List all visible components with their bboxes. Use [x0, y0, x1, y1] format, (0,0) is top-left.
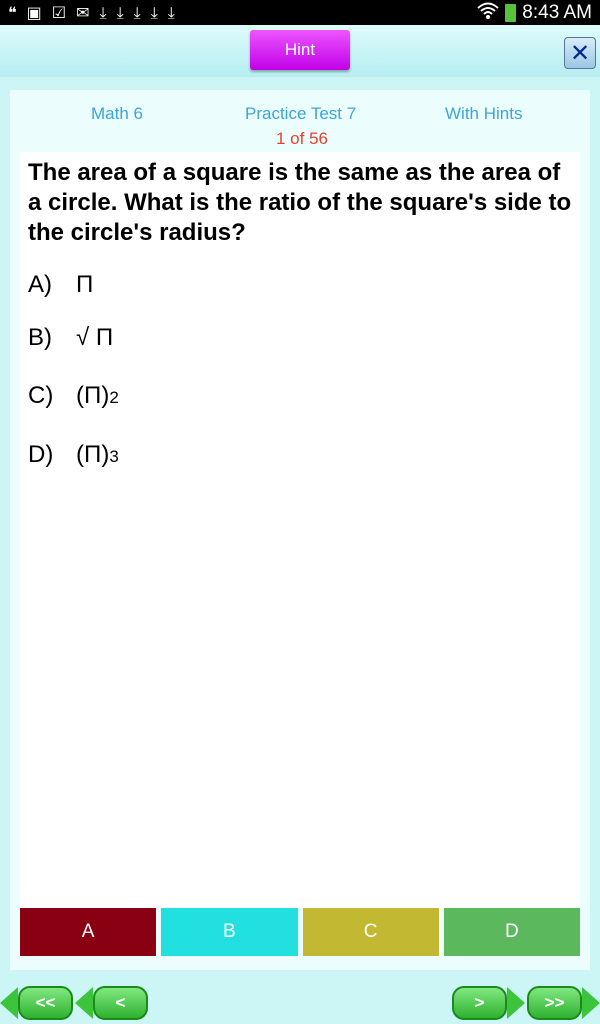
- answer-d-button[interactable]: D: [443, 908, 580, 956]
- choice-b: B) √ Π: [28, 324, 113, 352]
- task-check-icon: ☑: [51, 2, 67, 22]
- choice-letter: A): [28, 271, 52, 298]
- choice-letter: D): [28, 441, 54, 468]
- mode-label: With Hints: [445, 104, 523, 123]
- arrow-left-icon: [0, 987, 18, 1019]
- close-button[interactable]: ✕: [564, 37, 596, 69]
- hint-button[interactable]: Hint: [250, 30, 350, 70]
- choice-value: (Π): [76, 441, 110, 468]
- hangouts-icon: ❝: [8, 2, 17, 22]
- app-header: Hint ✕: [0, 25, 600, 77]
- close-icon: ✕: [569, 39, 591, 67]
- choice-value: √ Π: [76, 324, 114, 351]
- download-icon: ⤓: [99, 2, 107, 22]
- choice-value: Π: [76, 271, 94, 298]
- wifi-icon: [477, 2, 499, 23]
- answer-c-button[interactable]: C: [302, 908, 439, 956]
- choice-value: (Π): [76, 382, 110, 409]
- choice-letter: B): [28, 324, 52, 351]
- status-bar: ❝ ▣ ☑ ✉ ⤓ ⤓ ⤓ ⤓ ⤓ 8:43 AM: [0, 0, 600, 25]
- next-question-button[interactable]: >: [452, 986, 507, 1020]
- choice-letter: C): [28, 382, 54, 409]
- previous-question-button[interactable]: <: [93, 986, 148, 1020]
- question-counter: 1 of 56: [276, 129, 328, 148]
- arrow-right-icon: [582, 987, 600, 1019]
- arrow-left-icon: [75, 987, 93, 1019]
- choice-a: A) Π: [28, 271, 93, 299]
- question-text: The area of a square is the same as the …: [28, 159, 572, 246]
- subject-label: Math 6: [91, 104, 143, 123]
- choice-c: C) (Π) 2: [28, 382, 119, 409]
- clock: 8:43 AM: [522, 1, 592, 23]
- download-icon: ⤓: [167, 2, 175, 22]
- download-icon: ⤓: [133, 2, 141, 22]
- gallery-icon: ▣: [26, 2, 42, 22]
- choice-d: D) (Π) 3: [28, 441, 119, 468]
- download-icon: ⤓: [116, 2, 124, 22]
- answer-b-button[interactable]: B: [161, 908, 298, 956]
- bottom-navigation: << < > >>: [0, 980, 600, 1024]
- battery-icon: [505, 3, 517, 22]
- test-info-row: Math 6 Practice Test 7 With Hints: [10, 104, 590, 126]
- test-label: Practice Test 7: [245, 104, 357, 123]
- notification-icons: ❝ ▣ ☑ ✉ ⤓ ⤓ ⤓ ⤓ ⤓: [8, 2, 175, 22]
- question-card: The area of a square is the same as the …: [20, 152, 580, 908]
- answer-buttons: A B C D: [20, 908, 580, 956]
- question-panel: Math 6 Practice Test 7 With Hints 1 of 5…: [10, 90, 590, 970]
- answer-a-button[interactable]: A: [20, 908, 157, 956]
- last-question-button[interactable]: >>: [527, 986, 582, 1020]
- email-icon: ✉: [76, 2, 90, 22]
- download-icon: ⤓: [150, 2, 158, 22]
- arrow-right-icon: [507, 987, 525, 1019]
- first-question-button[interactable]: <<: [18, 986, 73, 1020]
